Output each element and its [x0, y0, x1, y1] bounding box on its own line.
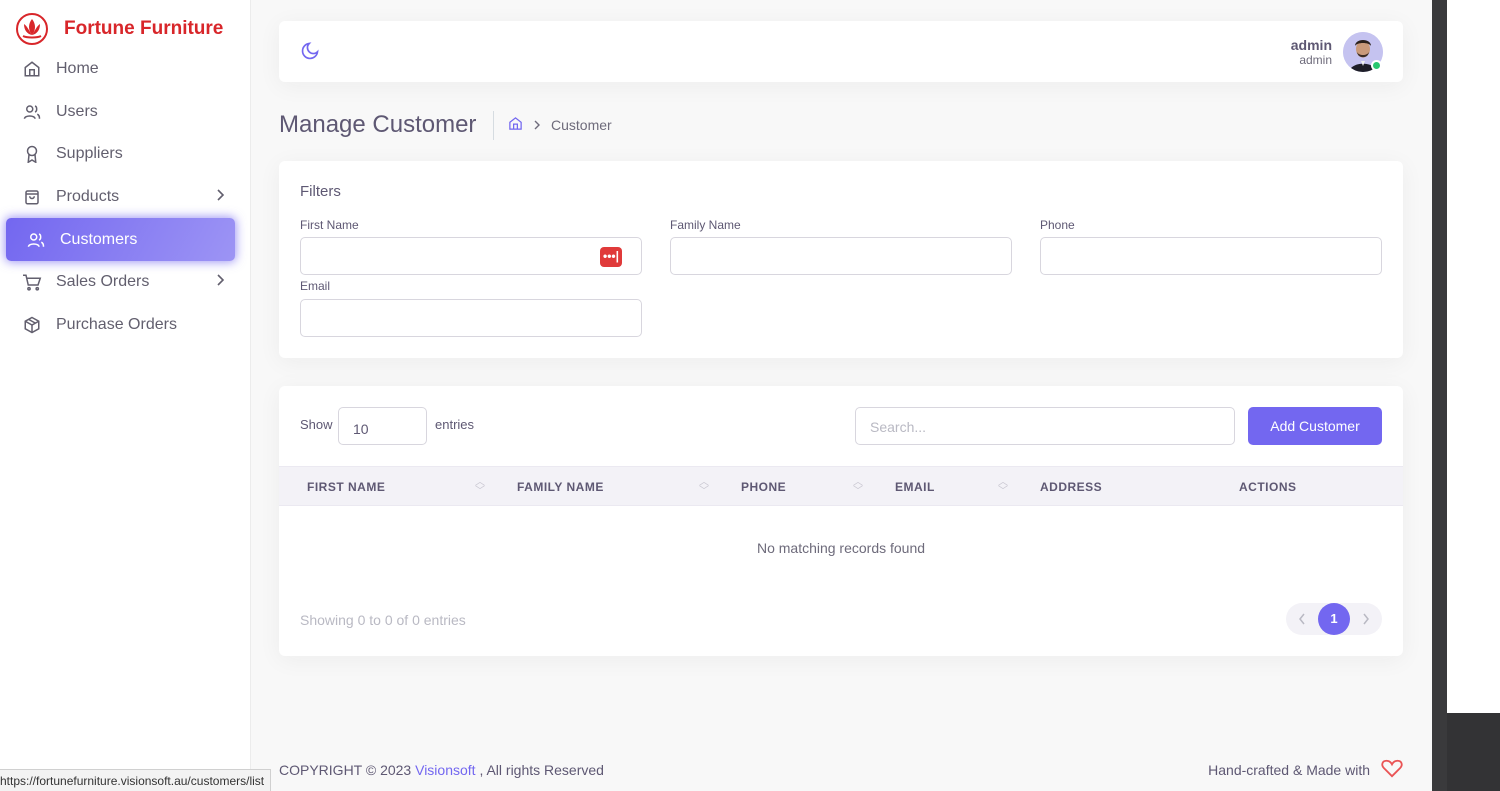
column-header-address: ADDRESS — [1040, 480, 1103, 494]
users-icon — [26, 230, 46, 250]
shopping-bag-icon — [22, 187, 42, 207]
package-icon — [22, 315, 42, 335]
customers-table-card: Show 10 entries Search... Add Customer F… — [279, 386, 1403, 656]
sidebar-nav: Home Users Suppliers Products Customers … — [0, 48, 250, 346]
phone-label: Phone — [1040, 218, 1075, 232]
table-header: FIRST NAME ︿ ﹀ FAMILY NAME ︿ ﹀ PHONE ︿ ﹀ EM… — [279, 466, 1403, 506]
copyright-text: COPYRIGHT © 2023 — [279, 762, 412, 778]
award-icon — [22, 144, 42, 164]
sidebar-item-label: Users — [56, 102, 98, 120]
company-link[interactable]: Visionsoft — [415, 762, 475, 778]
background-panel — [1447, 0, 1500, 713]
home-icon[interactable] — [508, 116, 523, 134]
rights-text: , All rights Reserved — [479, 762, 604, 778]
column-header-actions: ACTIONS — [1239, 480, 1297, 494]
sidebar-item-label: Purchase Orders — [56, 315, 177, 333]
entries-label: entries — [435, 417, 475, 432]
password-manager-icon[interactable]: •••| — [600, 247, 622, 267]
moon-icon[interactable] — [300, 41, 320, 66]
entries-per-page-input[interactable]: 10 — [338, 407, 427, 445]
previous-page-button[interactable] — [1286, 603, 1318, 635]
sidebar-item-label: Home — [56, 60, 99, 78]
family-name-field[interactable] — [670, 237, 1012, 275]
chevron-right-icon — [533, 117, 541, 133]
sidebar-item-customers[interactable]: Customers — [6, 218, 235, 261]
window-edge — [1432, 0, 1447, 791]
user-info: admin admin — [1291, 37, 1332, 67]
pagination: 1 — [1286, 603, 1382, 635]
first-name-field[interactable]: •••| — [300, 237, 642, 275]
column-header-phone[interactable]: PHONE — [741, 480, 786, 494]
breadcrumb: Customer — [508, 116, 612, 134]
page-title: Manage Customer — [279, 111, 477, 138]
sidebar-item-purchase-orders[interactable]: Purchase Orders — [0, 304, 250, 347]
title-divider — [493, 111, 494, 140]
column-header-first-name[interactable]: FIRST NAME — [307, 480, 385, 494]
empty-table-message: No matching records found — [756, 540, 926, 556]
brand-name: Fortune Furniture — [64, 18, 224, 39]
breadcrumb-current: Customer — [551, 117, 612, 133]
footer-handcrafted: Hand-crafted & Made with — [1208, 758, 1403, 781]
sidebar-item-label: Sales Orders — [56, 273, 150, 291]
user-dropdown[interactable]: admin admin — [1291, 32, 1383, 72]
table-info: Showing 0 to 0 of 0 entries — [300, 612, 466, 628]
phone-field[interactable] — [1040, 237, 1382, 275]
column-header-email[interactable]: EMAIL — [895, 480, 935, 494]
home-icon — [22, 59, 42, 79]
lotus-logo-icon — [16, 13, 48, 45]
users-icon — [22, 102, 42, 122]
search-input[interactable]: Search... — [855, 407, 1235, 445]
footer-copyright: COPYRIGHT © 2023 Visionsoft , All rights… — [279, 762, 604, 778]
filters-title: Filters — [300, 183, 341, 200]
user-role: admin — [1299, 53, 1332, 67]
chevron-right-icon — [214, 273, 226, 292]
handcrafted-text: Hand-crafted & Made with — [1208, 761, 1370, 778]
top-navbar: admin admin — [279, 21, 1403, 82]
brand[interactable]: Fortune Furniture — [0, 0, 250, 45]
sidebar: Fortune Furniture Home Users Suppliers P… — [0, 0, 251, 791]
show-label: Show — [300, 417, 333, 432]
email-label: Email — [300, 279, 331, 293]
email-field[interactable] — [300, 299, 642, 337]
sort-icon[interactable]: ︿ ﹀ — [998, 478, 1008, 497]
online-status-indicator — [1371, 60, 1382, 71]
user-name: admin — [1290, 37, 1332, 53]
sidebar-item-suppliers[interactable]: Suppliers — [0, 133, 250, 176]
sidebar-item-sales-orders[interactable]: Sales Orders — [0, 261, 250, 304]
page-button[interactable]: 1 — [1318, 603, 1350, 635]
filters-card: Filters First Name •••| Family Name Phon… — [279, 161, 1403, 358]
sidebar-item-label: Products — [56, 187, 120, 205]
chevron-right-icon — [214, 188, 226, 207]
column-header-family-name[interactable]: FAMILY NAME — [517, 480, 604, 494]
next-page-button[interactable] — [1350, 603, 1382, 635]
heart-icon — [1381, 758, 1403, 781]
status-bar-url: https://fortunefurniture.visionsoft.au/c… — [0, 769, 272, 791]
sort-icon[interactable]: ︿ ﹀ — [699, 478, 709, 497]
background-panel-dark — [1447, 713, 1500, 791]
sort-icon[interactable]: ︿ ﹀ — [853, 478, 863, 497]
main-content: admin admin Manage Customer Customer Fil… — [251, 0, 1430, 791]
first-name-label: First Name — [300, 218, 359, 232]
sidebar-item-home[interactable]: Home — [0, 48, 250, 91]
sidebar-item-users[interactable]: Users — [0, 91, 250, 134]
cart-icon — [22, 272, 42, 292]
add-customer-button[interactable]: Add Customer — [1248, 407, 1382, 445]
sidebar-item-label: Suppliers — [56, 145, 123, 163]
sidebar-item-products[interactable]: Products — [0, 176, 250, 219]
sort-icon[interactable]: ︿ ﹀ — [475, 478, 485, 497]
sidebar-item-label: Customers — [60, 230, 138, 248]
family-name-label: Family Name — [670, 218, 741, 232]
